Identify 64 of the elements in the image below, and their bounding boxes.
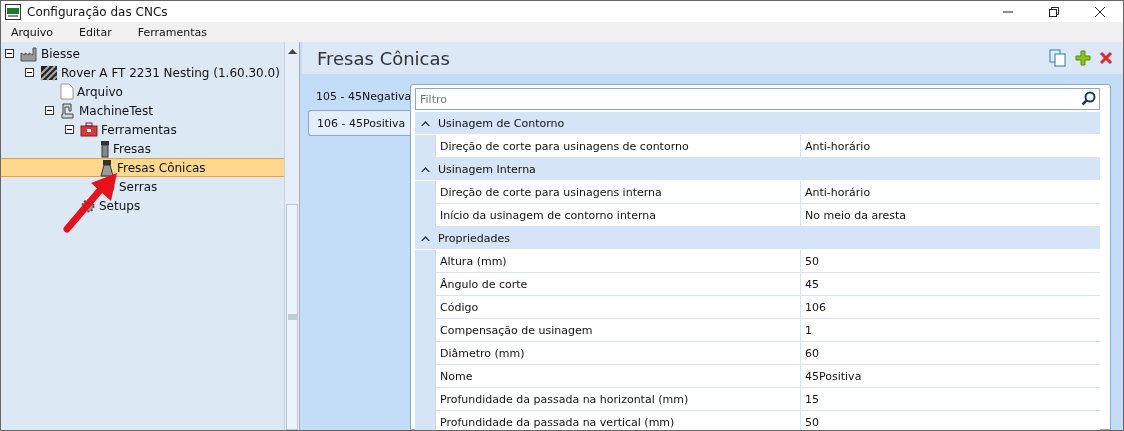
conical-cutter-icon: [100, 158, 114, 177]
machine-icon: [60, 102, 76, 119]
property-name: Profundidade da passada na horizontal (mm): [435, 388, 801, 411]
add-icon[interactable]: [1075, 50, 1091, 66]
property-name: Código: [435, 296, 801, 319]
gear-icon: [80, 197, 96, 214]
tree-item[interactable]: Rover A FT 2231 Nesting (1.60.30.0): [1, 63, 284, 82]
property-value[interactable]: 1: [801, 319, 1100, 342]
property-value[interactable]: 15: [801, 388, 1100, 411]
tree-item[interactable]: Fresas: [1, 139, 284, 158]
property-value[interactable]: Anti-horário: [801, 181, 1100, 204]
category-header[interactable]: Propriedades: [415, 227, 1100, 250]
property-value[interactable]: 60: [801, 342, 1100, 365]
menu-item[interactable]: Ferramentas: [131, 25, 217, 39]
striped-square-icon: [40, 64, 58, 81]
tree-item[interactable]: Arquivo: [1, 82, 284, 101]
cutter-icon: [100, 139, 110, 158]
collapse-toggle-icon[interactable]: [5, 49, 14, 58]
category-title: Propriedades: [438, 231, 510, 245]
caret-icon[interactable]: [421, 120, 430, 126]
tree-item[interactable]: MachineTest: [1, 101, 284, 120]
property-value[interactable]: 50: [801, 411, 1100, 430]
property-name: Altura (mm): [435, 250, 801, 273]
panel-title: Fresas Cônicas: [317, 47, 450, 69]
property-value[interactable]: 45Positiva: [801, 365, 1100, 388]
category-header[interactable]: Usinagem Interna: [415, 158, 1100, 181]
menu-item[interactable]: Arquivo: [5, 25, 64, 39]
property-name: Ângulo de corte: [435, 273, 801, 296]
tree-item[interactable]: Ferramentas: [1, 120, 284, 139]
toolbox-icon: [80, 122, 98, 137]
property-value[interactable]: 50: [801, 250, 1100, 273]
tree-item[interactable]: Setups: [1, 196, 284, 215]
search-icon[interactable]: [1081, 91, 1096, 106]
document-icon: [60, 83, 74, 100]
property-name: Compensação de usinagem: [435, 319, 801, 342]
property-name: Direção de corte para usinagens interna: [435, 181, 801, 204]
tree-item[interactable]: Fresas Cônicas: [1, 158, 284, 177]
category-title: Usinagem de Contorno: [438, 116, 565, 130]
factory-icon: [20, 45, 38, 62]
tab[interactable]: 106 - 45Positiva: [308, 110, 410, 136]
grip-icon[interactable]: [287, 314, 297, 320]
restore-icon[interactable]: [1048, 5, 1060, 18]
collapse-toggle-icon[interactable]: [65, 125, 74, 134]
category-header[interactable]: Usinagem de Contorno: [415, 112, 1100, 135]
copy-icon[interactable]: [1049, 49, 1067, 67]
collapse-toggle-icon[interactable]: [45, 106, 54, 115]
tree-item[interactable]: Biesse: [1, 44, 284, 63]
close-icon[interactable]: [1094, 5, 1106, 18]
collapse-toggle-icon[interactable]: [25, 68, 34, 77]
property-name: Diâmetro (mm): [435, 342, 801, 365]
caret-icon[interactable]: [421, 235, 430, 241]
delete-icon[interactable]: [1099, 51, 1113, 65]
tab[interactable]: 105 - 45Negativa: [308, 84, 410, 108]
scrollbar[interactable]: [284, 42, 299, 430]
property-name: Nome: [435, 365, 801, 388]
scroll-up-icon[interactable]: [287, 48, 297, 54]
filter-field[interactable]: Filtro: [415, 88, 1100, 110]
property-name: Profundidade da passada na vertical (mm): [435, 411, 801, 430]
menu-item[interactable]: Editar: [73, 25, 122, 39]
category-title: Usinagem Interna: [438, 162, 536, 176]
caret-icon[interactable]: [421, 166, 430, 172]
property-value[interactable]: 106: [801, 296, 1100, 319]
property-value[interactable]: 45: [801, 273, 1100, 296]
window-title: Configuração das CNCs: [27, 4, 168, 19]
